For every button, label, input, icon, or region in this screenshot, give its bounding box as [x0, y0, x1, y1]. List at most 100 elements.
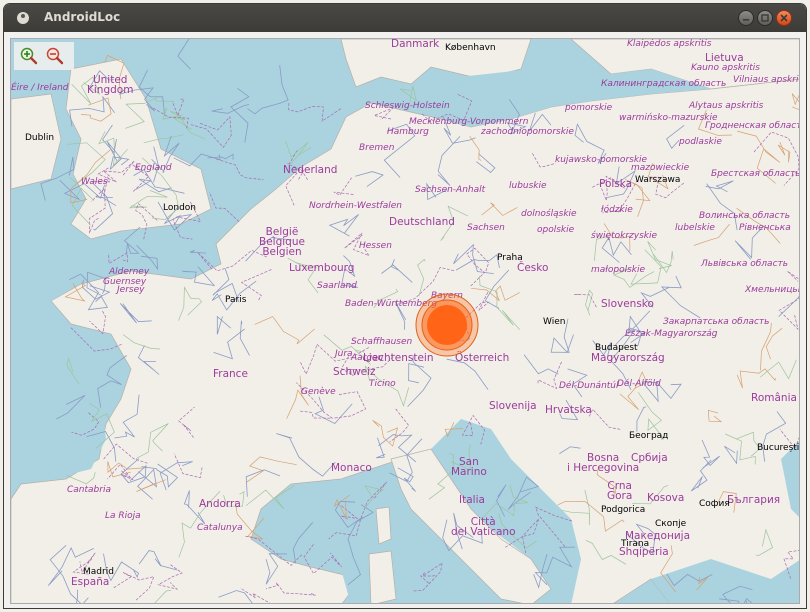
maximize-button[interactable] [757, 10, 773, 26]
app-window: AndroidLoc United Kingdom Nederland Belg… [4, 4, 806, 608]
region-label-cantabria: Cantabria [67, 485, 111, 495]
region-label-hessen: Hessen [359, 241, 392, 251]
region-label-khmelnytsk: Хмельницьк [745, 285, 800, 295]
region-label-la-rioja: La Rioja [105, 511, 141, 521]
location-marker[interactable] [415, 293, 479, 357]
region-label-grodno: Гродненская область [705, 121, 800, 131]
city-label-skopje: Скопје [655, 519, 687, 529]
region-label-bremen: Bremen [359, 143, 395, 153]
region-label-brest: Брестская область [711, 169, 800, 179]
city-label-wien: Wien [543, 317, 566, 327]
country-label-luxembourg: Luxembourg [289, 262, 355, 274]
country-label-blgariya: България [727, 494, 781, 506]
region-label-alytaus: Alytaus apskritis [689, 101, 764, 111]
region-label-wales: Wales [81, 177, 108, 187]
region-label-dolnoslaskie: dolnośląskie [521, 209, 577, 219]
city-label-podgorica: Podgorica [601, 505, 646, 515]
maximize-icon [761, 14, 769, 22]
country-label-romania: România [751, 392, 797, 404]
region-label-schaffhausen: Schaffhausen [351, 337, 413, 347]
country-label-italia: Italia [459, 494, 485, 506]
city-label-kobenhavn: København [445, 43, 496, 53]
country-label-united-kingdom: United Kingdom [87, 74, 134, 96]
region-label-volyn: Волинська область [699, 211, 791, 221]
region-label-jersey: Jersey [117, 285, 145, 295]
city-label-praha: Praha [497, 253, 523, 263]
country-label-france: France [213, 368, 248, 380]
region-label-mazowieckie: mazowieckie [631, 163, 690, 173]
country-label-deutschland: Deutschland [389, 216, 455, 228]
country-label-monaco: Monaco [331, 462, 372, 474]
minimize-button[interactable] [738, 10, 754, 26]
city-label-bucuresti: București [757, 443, 800, 453]
app-icon [17, 12, 29, 24]
map-toolbar [14, 42, 74, 70]
country-label-citta-vaticano: Città del Vaticano [451, 516, 516, 538]
region-label-noordrijn: Nordrhein-Westfalen [309, 201, 402, 211]
city-label-madrid: Madrid [83, 567, 114, 577]
region-label-zachodniopomorskie: zachodniopomorskie [481, 127, 574, 137]
region-label-lubelskie: lubelskie [675, 223, 715, 233]
region-label-england: England [135, 163, 172, 173]
region-label-hamburg: Hamburg [387, 127, 429, 137]
region-label-pomorskie: pomorskie [565, 103, 613, 113]
close-icon [780, 14, 788, 22]
region-label-klaipedos: Klaipėdos apskritis [627, 39, 712, 49]
region-label-del-dunantul: Dél-Dunántúl [559, 381, 619, 391]
country-label-bosna: Bosna i Hercegovina [567, 452, 640, 474]
region-label-kauno: Kauno apskritis [691, 63, 760, 73]
region-label-swietokrzyskie: świętokrzyskie [591, 231, 658, 241]
region-label-catalunya: Catalunya [197, 523, 243, 533]
region-label-eszak: Észak-Magyarország [625, 329, 718, 339]
city-label-sofia: София [699, 499, 730, 509]
region-label-kaliningrad: Калининградская область [601, 79, 727, 89]
city-label-dublin: Dublin [25, 133, 55, 143]
country-label-slovensko: Slovensko [601, 298, 654, 310]
region-label-jura: Jura [335, 349, 353, 359]
region-label-lodzkie: łódzkie [601, 205, 633, 215]
country-label-hrvatska: Hrvatska [545, 404, 592, 416]
region-label-sachsen: Sachsen [467, 223, 505, 233]
country-label-lietuva: Lietuva [705, 52, 744, 64]
city-label-beograd: Београд [629, 431, 669, 441]
region-label-warminsko: warmińsko-mazurskie [619, 113, 718, 123]
region-label-schleswig: Schleswig-Holstein [365, 101, 450, 111]
region-label-ireland: Éire / Ireland [11, 83, 69, 93]
zoom-in-icon [20, 47, 38, 65]
map-view[interactable]: United Kingdom Nederland België Belgique B… [10, 38, 800, 604]
region-label-mecklenburg: Mecklenburg-Vorpommern [409, 117, 529, 127]
city-label-london: London [163, 203, 196, 213]
region-label-sachsen-anhalt: Sachsen-Anhalt [415, 185, 486, 195]
city-label-tirana: Tirana [621, 539, 650, 549]
region-label-vilniaus: Vilniaus apskritis [733, 75, 799, 85]
country-label-espana: España [71, 576, 110, 588]
region-label-saarland: Saarland [317, 281, 357, 291]
title-bar[interactable]: AndroidLoc [4, 4, 806, 32]
region-label-rivne: Рівненська [739, 223, 791, 233]
country-label-polska: Polska [599, 178, 633, 190]
region-label-opolskie: opolskie [537, 225, 575, 235]
country-label-belgie: België Belgique Belgien [259, 226, 305, 258]
city-label-budapest: Budapest [595, 343, 638, 353]
country-label-magyarorszag: Magyarország [591, 352, 665, 364]
region-label-del-alfold: Dél-Alföld [617, 379, 661, 389]
country-label-cesko: Česko [517, 262, 549, 274]
region-label-lviv: Львівська область [701, 259, 789, 269]
close-button[interactable] [776, 10, 792, 26]
country-label-schweiz: Schweiz [333, 366, 376, 378]
minimize-icon [743, 19, 749, 21]
country-label-srbija: Србија [631, 452, 668, 464]
city-label-paris: Paris [225, 295, 247, 305]
country-label-slovenija: Slovenija [489, 400, 537, 412]
region-label-geneve: Genève [301, 387, 336, 397]
zoom-out-icon [46, 47, 64, 65]
region-label-alderney: Alderney [109, 267, 150, 277]
zoom-out-button[interactable] [46, 47, 64, 65]
country-label-san-marino: San Marino [451, 456, 487, 478]
country-label-nederland: Nederland [283, 164, 338, 176]
region-label-podlaskie: podlaskie [679, 137, 722, 147]
country-label-kosova: Kosova [647, 492, 685, 504]
region-label-ticino: Ticino [369, 379, 396, 389]
zoom-in-button[interactable] [20, 47, 38, 65]
region-label-zakarpattia: Закарпатська область [663, 317, 770, 327]
